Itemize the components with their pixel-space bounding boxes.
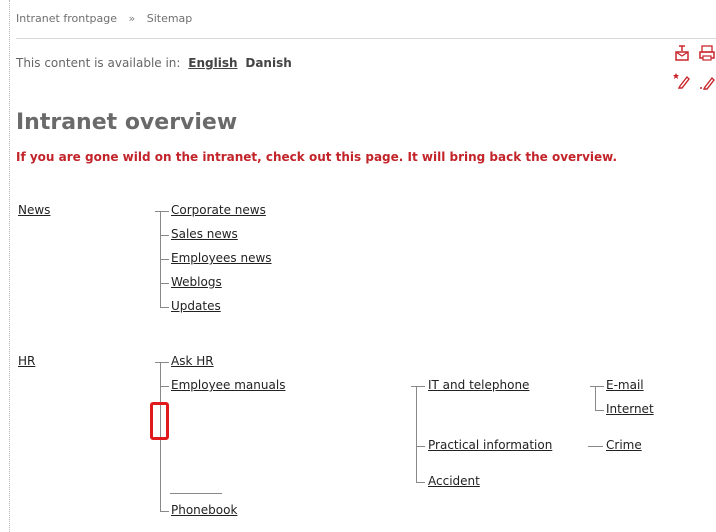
page-frame: Intranet frontpage » Sitemap This conten…	[0, 0, 716, 532]
page-title: Intranet overview	[16, 110, 238, 135]
print-icon[interactable]	[698, 44, 716, 62]
tree-connector	[595, 410, 604, 411]
sitemap-link-employees-news[interactable]: Employees news	[171, 251, 272, 265]
language-link-english[interactable]: English	[188, 56, 237, 70]
tree-connector	[411, 386, 425, 387]
tree-connector	[170, 493, 222, 494]
sitemap-link-corporate-news[interactable]: Corporate news	[171, 203, 266, 217]
breadcrumb-item-frontpage[interactable]: Intranet frontpage	[16, 12, 117, 25]
breadcrumb-divider	[16, 38, 716, 39]
sitemap-link-email[interactable]: E-mail	[606, 378, 644, 392]
sitemap-link-hr[interactable]: HR	[18, 354, 35, 368]
sitemap-link-weblogs[interactable]: Weblogs	[171, 275, 222, 289]
edit-icon[interactable]	[698, 72, 716, 90]
tree-connector	[155, 211, 169, 212]
language-link-danish[interactable]: Danish	[245, 56, 291, 70]
tree-connector	[416, 386, 417, 482]
sitemap-link-sales-news[interactable]: Sales news	[171, 227, 238, 241]
tree-connector	[155, 362, 169, 363]
tree-connector	[595, 386, 596, 410]
highlight-box	[150, 402, 169, 440]
tree-connector	[160, 235, 169, 236]
tree-connector	[160, 386, 169, 387]
breadcrumb: Intranet frontpage » Sitemap	[16, 12, 192, 25]
sitemap-link-updates[interactable]: Updates	[171, 299, 221, 313]
breadcrumb-separator: »	[128, 12, 136, 25]
tree-connector	[160, 511, 169, 512]
sitemap-link-accident[interactable]: Accident	[428, 474, 480, 488]
sitemap-link-news[interactable]: News	[18, 203, 50, 217]
tree-connector	[416, 482, 425, 483]
left-border	[9, 0, 10, 532]
sitemap-link-it-and-telephone[interactable]: IT and telephone	[428, 378, 529, 392]
language-availability: This content is available in: English Da…	[16, 56, 292, 70]
breadcrumb-item-sitemap: Sitemap	[146, 12, 193, 25]
sitemap-link-crime[interactable]: Crime	[606, 438, 642, 452]
tree-connector	[590, 386, 604, 387]
tree-connector	[588, 446, 603, 447]
intro-text: If you are gone wild on the intranet, ch…	[16, 150, 618, 164]
tree-connector	[160, 259, 169, 260]
sitemap-link-ask-hr[interactable]: Ask HR	[171, 354, 214, 368]
add-edit-icon[interactable]	[672, 70, 692, 90]
tree-connector	[416, 446, 425, 447]
sitemap-link-phonebook[interactable]: Phonebook	[171, 503, 237, 517]
tree-connector	[160, 283, 169, 284]
sitemap-link-internet[interactable]: Internet	[606, 402, 654, 416]
sitemap-link-practical-information[interactable]: Practical information	[428, 438, 552, 452]
sitemap-link-employee-manuals[interactable]: Employee manuals	[171, 378, 285, 392]
availability-prefix: This content is available in:	[16, 56, 181, 70]
tree-connector	[160, 307, 169, 308]
send-page-icon[interactable]	[674, 44, 692, 62]
